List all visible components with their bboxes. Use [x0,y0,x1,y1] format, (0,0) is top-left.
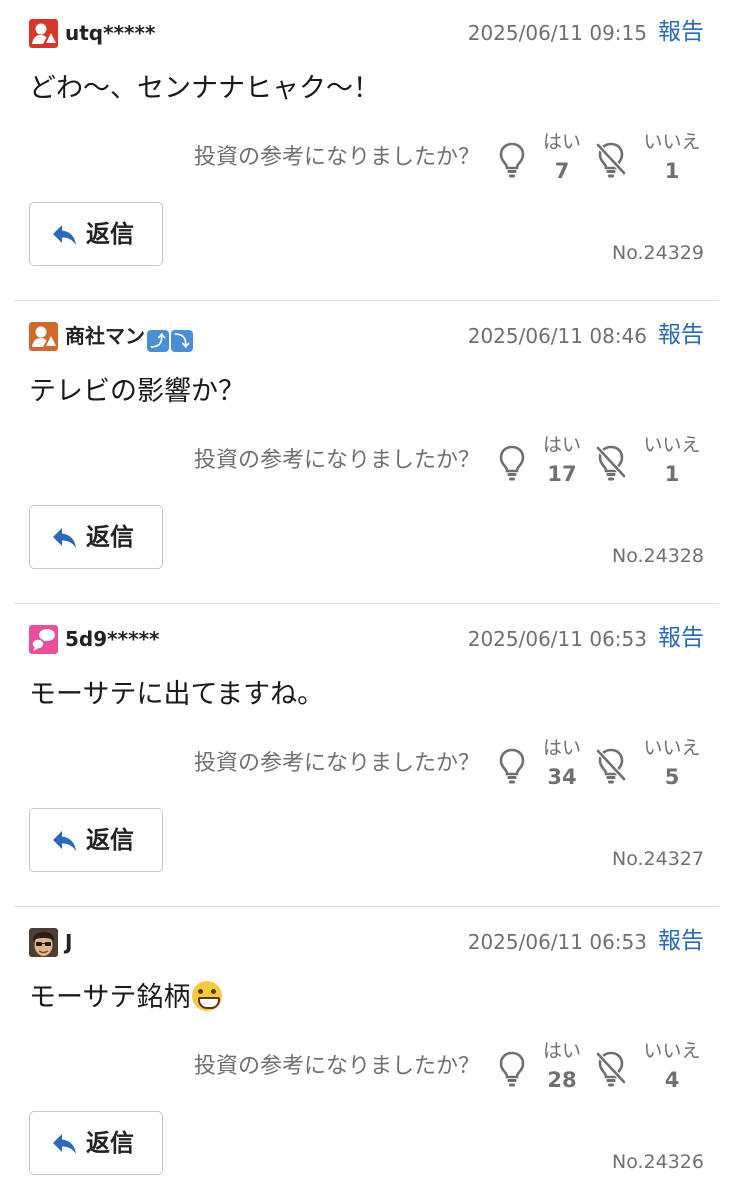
report-link[interactable]: 報告 [658,925,704,957]
yes-label: はい [542,1040,581,1062]
reply-button[interactable]: 返信 [29,202,163,266]
helpful-question: 投資の参考になりましたか？ [193,1054,480,1079]
post-number: No.24328 [612,545,704,567]
username[interactable]: J [65,927,72,957]
lightbulb-icon[interactable] [497,1050,527,1088]
comment-text: テレビの影響か？ [29,376,245,407]
username[interactable]: 5d9***** [65,624,159,654]
yes-label: はい [542,434,581,456]
comment-post: 5d9***** 2025/06/11 06:53 報告 モーサテに出てますね。… [0,604,733,907]
reply-label: 返信 [86,826,134,854]
post-datetime: 2025/06/11 06:53 [467,930,647,954]
comment-feed: utq***** 2025/06/11 09:15 報告 どわ〜、センナナヒャク… [0,0,733,1200]
comment-body: モーサテ銘柄 [29,980,223,1016]
lightbulb-icon[interactable] [497,747,527,785]
comment-body: どわ〜、センナナヒャク〜！ [29,71,380,107]
comment-text: モーサテに出てますね。 [29,679,325,710]
comment-post: utq***** 2025/06/11 09:15 報告 どわ〜、センナナヒャク… [0,0,733,301]
comment-text: モーサテ銘柄 [29,982,191,1013]
comment-body: モーサテに出てますね。 [29,677,324,713]
no-label: いいえ [643,1040,701,1062]
lightbulb-off-icon[interactable] [595,747,627,785]
helpful-question: 投資の参考になりましたか？ [193,145,480,170]
reply-button[interactable]: 返信 [29,808,163,872]
no-label: いいえ [643,737,701,759]
reply-label: 返信 [86,1129,134,1157]
reply-label: 返信 [86,523,134,551]
lightbulb-off-icon[interactable] [595,141,627,179]
lightbulb-icon[interactable] [497,444,527,482]
yes-count: 7 [554,159,570,183]
comment-post: 商社マン ⤴ ⤵ 2025/06/11 08:46 報告 テレビの影響か？ 投資の参… [0,301,733,604]
no-label: いいえ [643,434,701,456]
lightbulb-off-icon[interactable] [595,1050,627,1088]
reply-arrow-icon [53,831,76,851]
comment-body: テレビの影響か？ [29,374,245,410]
report-link[interactable]: 報告 [658,319,704,351]
comment-text: どわ〜、センナナヒャク〜！ [29,73,380,104]
report-link[interactable]: 報告 [658,622,704,654]
reply-label: 返信 [86,220,134,248]
arrow-emoji-icon: ⤴ [147,330,169,352]
post-datetime: 2025/06/11 08:46 [467,324,647,348]
post-number: No.24329 [612,242,704,264]
report-link[interactable]: 報告 [658,16,704,48]
yes-count: 17 [547,462,577,486]
username-text: 5d9***** [65,627,160,651]
post-datetime: 2025/06/11 06:53 [467,627,647,651]
photo-face-avatar[interactable] [29,928,58,957]
yes-label: はい [542,131,581,153]
pink-speech-avatar[interactable] [29,625,58,654]
helpful-question: 投資の参考になりましたか？ [193,448,480,473]
post-number: No.24327 [612,848,704,870]
post-datetime: 2025/06/11 09:15 [467,21,647,45]
orange-user-avatar[interactable] [29,322,58,351]
username[interactable]: 商社マン ⤴ ⤵ [65,321,193,352]
username-text: utq***** [65,21,156,45]
red-user-avatar[interactable] [29,19,58,48]
reply-button[interactable]: 返信 [29,1111,163,1175]
yes-count: 34 [547,765,577,789]
no-count: 1 [664,159,680,183]
lightbulb-icon[interactable] [497,141,527,179]
grinning-face-icon [192,981,223,1011]
yes-count: 28 [547,1068,577,1092]
reply-arrow-icon [53,528,76,548]
lightbulb-off-icon[interactable] [595,444,627,482]
no-count: 4 [664,1068,680,1092]
no-count: 1 [664,462,680,486]
username[interactable]: utq***** [65,18,155,48]
helpful-question: 投資の参考になりましたか？ [193,751,480,776]
reply-button[interactable]: 返信 [29,505,163,569]
comment-post: J 2025/06/11 06:53 報告 モーサテ銘柄 投資の参考になりました… [0,907,733,1200]
post-number: No.24326 [612,1151,704,1173]
no-label: いいえ [643,131,701,153]
username-text: 商社マン [65,324,145,348]
arrow-emoji-icon: ⤵ [171,330,193,352]
no-count: 5 [664,765,680,789]
reply-arrow-icon [53,1134,76,1154]
reply-arrow-icon [53,225,76,245]
yes-label: はい [542,737,581,759]
username-text: J [65,930,73,954]
